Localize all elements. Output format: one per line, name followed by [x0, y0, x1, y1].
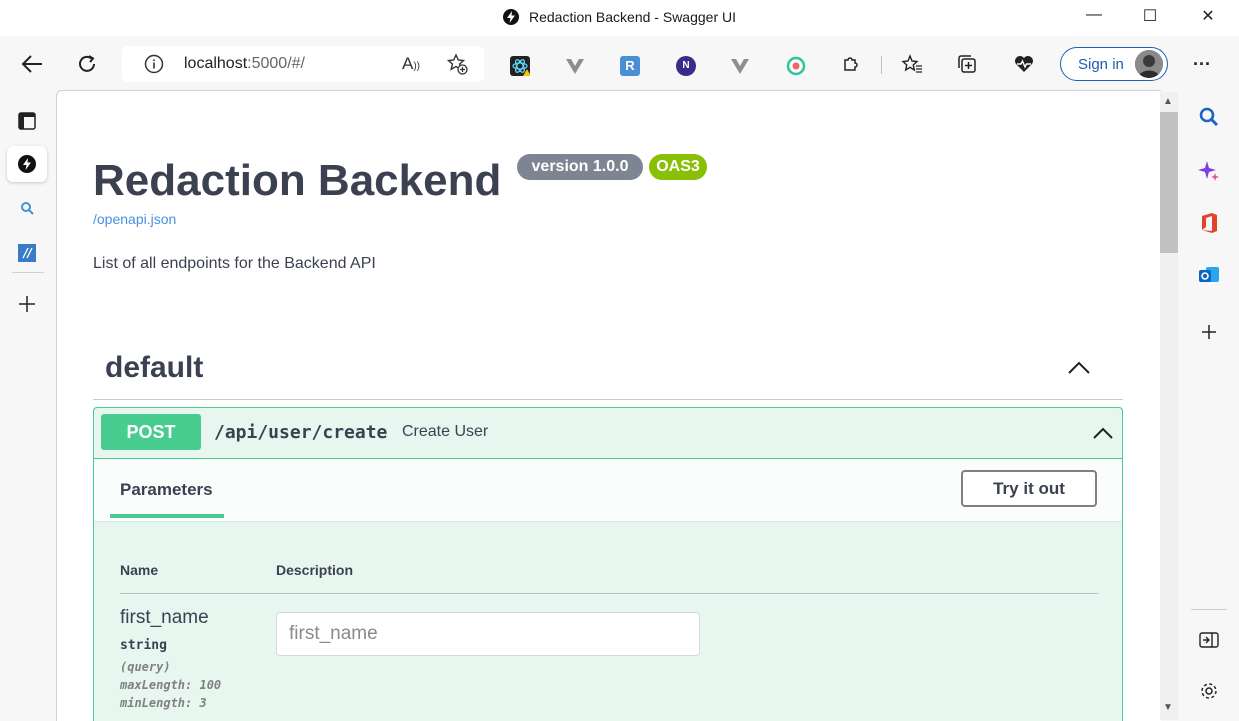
- scroll-down-arrow-icon[interactable]: ▼: [1163, 702, 1173, 713]
- vue-devtools-extension-icon[interactable]: [565, 56, 585, 76]
- parameter-location: (query): [120, 660, 171, 674]
- url-text[interactable]: localhost:5000/#/: [184, 55, 305, 73]
- try-it-out-button[interactable]: Try it out: [961, 470, 1097, 507]
- version-badge: version 1.0.0: [517, 154, 643, 180]
- tag-collapse-chevron-up-icon[interactable]: [1067, 361, 1091, 380]
- tab-parameters[interactable]: Parameters: [120, 480, 213, 500]
- copilot-sparkle-icon[interactable]: [1196, 158, 1222, 184]
- profile-avatar: [1135, 50, 1163, 78]
- browser-essentials-heart-icon[interactable]: [1012, 52, 1036, 76]
- api-description: List of all endpoints for the Backend AP…: [93, 255, 376, 272]
- tab-page-icon[interactable]: [12, 238, 42, 268]
- scrollbar-thumb[interactable]: [1160, 112, 1178, 253]
- operation-path: /api/user/create: [214, 422, 388, 443]
- tag-divider: [93, 399, 1123, 400]
- sign-in-button[interactable]: Sign in: [1060, 47, 1168, 81]
- scroll-up-arrow-icon[interactable]: ▲: [1163, 96, 1173, 107]
- maximize-button[interactable]: ☐: [1135, 6, 1165, 30]
- operation-summary-text: Create User: [402, 423, 489, 440]
- read-aloud-icon[interactable]: A)): [402, 54, 420, 74]
- window-titlebar: Redaction Backend - Swagger UI — ☐ ✕: [0, 0, 1239, 36]
- minimize-button[interactable]: —: [1079, 6, 1109, 30]
- window-title: Redaction Backend - Swagger UI: [0, 9, 1239, 25]
- toolbar-divider: [881, 56, 882, 74]
- address-bar[interactable]: localhost:5000/#/ A)): [122, 46, 484, 82]
- extension-n-icon[interactable]: N: [676, 56, 696, 76]
- parameters-section-header: Parameters Try it out: [94, 459, 1122, 522]
- sidebar-divider: [12, 272, 44, 273]
- parameter-type: string: [120, 638, 167, 653]
- tag-section-title[interactable]: default: [105, 351, 203, 385]
- colorful-extension-icon[interactable]: [786, 56, 806, 76]
- url-path: :5000/#/: [247, 55, 305, 72]
- right-sidebar-divider: [1191, 609, 1227, 610]
- parameter-max-length: maxLength: 100: [120, 678, 222, 692]
- back-arrow-icon[interactable]: [20, 52, 44, 76]
- refresh-icon[interactable]: [75, 52, 99, 76]
- add-sidebar-app-icon[interactable]: [1196, 319, 1222, 345]
- site-info-icon[interactable]: [144, 54, 164, 79]
- operation-block: POST /api/user/create Create User Parame…: [93, 407, 1123, 721]
- url-host: localhost: [184, 55, 248, 72]
- collections-icon[interactable]: [955, 52, 979, 76]
- hide-sidebar-icon[interactable]: [1196, 627, 1222, 653]
- operation-collapse-chevron-up-icon[interactable]: [1092, 427, 1114, 445]
- column-header-name: Name: [120, 562, 159, 578]
- method-badge: POST: [101, 414, 201, 450]
- parameter-min-length: minLength: 3: [120, 696, 207, 710]
- close-window-button[interactable]: ✕: [1193, 6, 1223, 30]
- oas3-badge: OAS3: [649, 154, 707, 180]
- webpage-viewport: Redaction Backend version 1.0.0 OAS3 /op…: [56, 90, 1161, 721]
- tab-actions-icon[interactable]: [12, 106, 42, 136]
- search-sidebar-icon[interactable]: [1196, 104, 1222, 130]
- window-title-text: Redaction Backend - Swagger UI: [529, 9, 736, 25]
- browser-toolbar: localhost:5000/#/ A)) R N Sign in ···: [0, 36, 1239, 92]
- add-favorite-icon[interactable]: [446, 53, 468, 80]
- column-header-description: Description: [276, 562, 354, 578]
- right-sidebar: [1180, 92, 1239, 720]
- left-vertical-tabs-sidebar: [0, 92, 56, 720]
- sign-in-label: Sign in: [1078, 56, 1124, 73]
- swagger-tab-icon: [18, 155, 36, 173]
- page-title: Redaction Backend: [93, 156, 502, 205]
- first-name-input[interactable]: [276, 612, 700, 656]
- active-tab-swagger[interactable]: [7, 146, 47, 182]
- outlook-icon[interactable]: [1196, 262, 1222, 288]
- operation-summary[interactable]: POST /api/user/create Create User: [94, 408, 1122, 459]
- favorites-icon[interactable]: [900, 52, 924, 76]
- more-options-icon[interactable]: ···: [1190, 52, 1214, 76]
- search-tab-icon[interactable]: [12, 193, 42, 223]
- settings-gear-icon[interactable]: [1196, 678, 1222, 704]
- vue-devtools-alt-extension-icon[interactable]: [730, 56, 750, 76]
- page-scrollbar[interactable]: ▲ ▼: [1160, 92, 1178, 720]
- swagger-favicon-icon: [503, 9, 519, 25]
- openapi-json-link[interactable]: /openapi.json: [93, 211, 176, 227]
- tab-active-underline: [110, 514, 224, 518]
- extensions-puzzle-icon[interactable]: [839, 52, 863, 76]
- react-devtools-extension-icon[interactable]: [510, 56, 531, 76]
- new-tab-plus-icon[interactable]: [12, 289, 42, 319]
- office-icon[interactable]: [1196, 210, 1222, 236]
- parameter-name: first_name: [120, 607, 209, 628]
- extension-r-icon[interactable]: R: [620, 56, 640, 76]
- parameters-header-divider: [120, 593, 1098, 594]
